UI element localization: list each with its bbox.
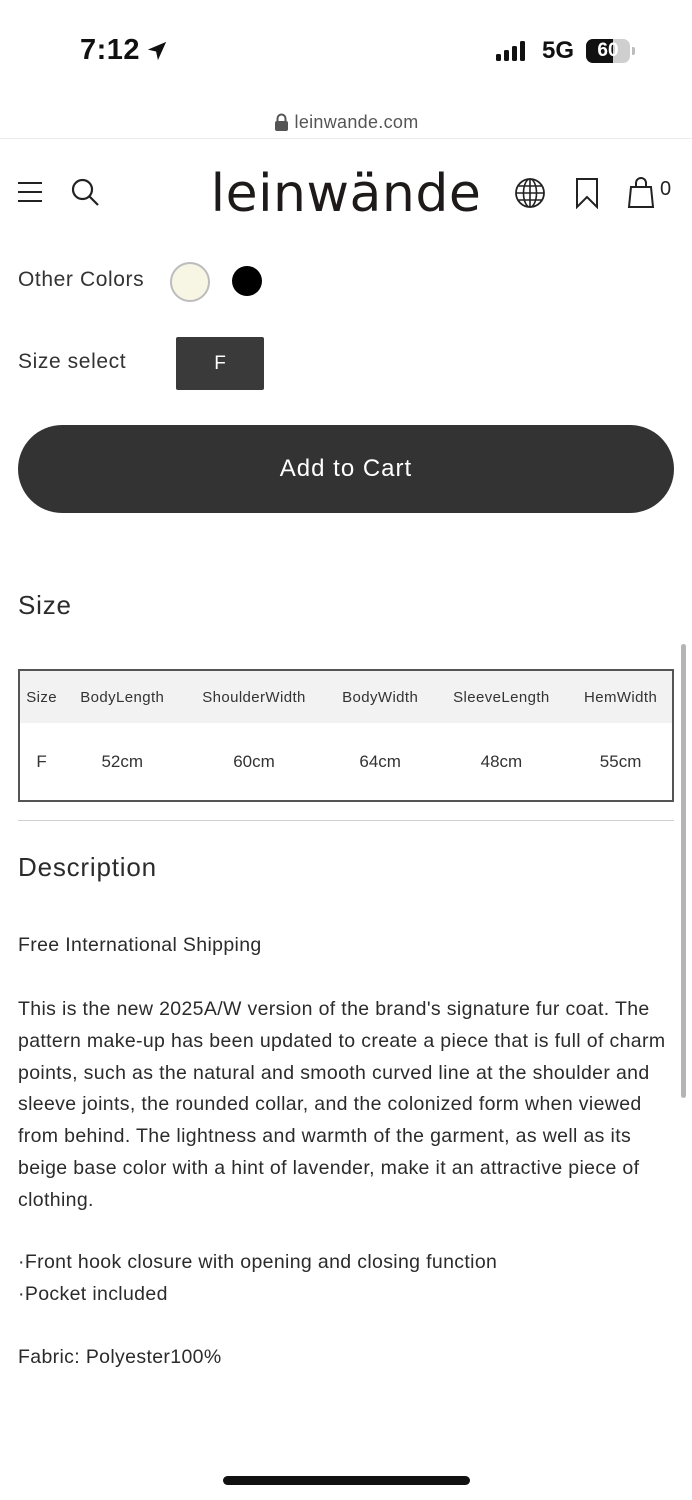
- status-time: 7:12: [80, 34, 168, 67]
- colors-row: Other Colors: [18, 258, 678, 304]
- color-swatch-black[interactable]: [232, 266, 262, 296]
- battery-icon: 60: [586, 39, 630, 63]
- url-text: leinwande.com: [294, 111, 419, 132]
- network-label: 5G: [542, 37, 575, 64]
- feature-bullet: ·Pocket included: [18, 1283, 168, 1305]
- url-divider: [0, 138, 692, 139]
- time-text: 7:12: [80, 34, 141, 66]
- section-divider: [18, 820, 674, 821]
- table-cell: 60cm: [233, 751, 275, 771]
- url-bar[interactable]: leinwande.com: [0, 106, 692, 138]
- battery-percent: 60: [597, 40, 619, 61]
- signal-icon: [496, 41, 525, 61]
- bag-icon[interactable]: [627, 177, 655, 209]
- cart-count: 0: [660, 178, 672, 200]
- table-header-cell: BodyLength: [63, 671, 182, 723]
- location-arrow-icon: [147, 41, 167, 60]
- table-header-cell: HemWidth: [569, 671, 672, 723]
- feature-bullet: ·Front hook closure with opening and clo…: [18, 1251, 498, 1273]
- add-to-cart-button[interactable]: Add to Cart: [18, 425, 674, 513]
- description-title: Description: [18, 852, 157, 882]
- bookmark-icon[interactable]: [575, 177, 599, 209]
- home-indicator[interactable]: [223, 1476, 470, 1485]
- table-header-cell: BodyWidth: [326, 671, 434, 723]
- size-section-title: Size: [18, 590, 72, 620]
- globe-icon[interactable]: [514, 177, 546, 209]
- size-option-button[interactable]: F: [176, 337, 264, 390]
- scrollbar[interactable]: [681, 644, 686, 1098]
- table-cell: 55cm: [599, 751, 642, 771]
- size-select-row: Size select F: [18, 337, 678, 391]
- description-body: This is the new 2025A/W version of the b…: [18, 998, 666, 1211]
- table-header-cell: ShoulderWidth: [181, 671, 327, 723]
- size-table-header: Size BodyLength ShoulderWidth BodyWidth …: [20, 671, 672, 723]
- table-cell: 48cm: [480, 751, 523, 771]
- table-cell: 64cm: [359, 751, 401, 771]
- table-header-cell: SleeveLength: [433, 671, 570, 723]
- status-bar: 7:12 5G 60: [0, 0, 692, 100]
- site-header: leinwände 0: [0, 160, 692, 226]
- shipping-note: Free International Shipping: [18, 934, 262, 956]
- battery-nub: [632, 47, 635, 55]
- color-swatch-cream[interactable]: [170, 262, 210, 302]
- size-table: Size BodyLength ShoulderWidth BodyWidth …: [18, 669, 674, 802]
- lock-icon: [274, 113, 288, 131]
- table-row: F 52cm 60cm 64cm 48cm 55cm: [20, 723, 672, 800]
- table-cell: 52cm: [101, 751, 144, 771]
- size-select-label: Size select: [18, 350, 127, 373]
- fabric-info: Fabric: Polyester100%: [18, 1346, 222, 1368]
- colors-label: Other Colors: [18, 268, 145, 291]
- table-cell: F: [36, 751, 47, 771]
- table-header-cell: Size: [20, 671, 64, 723]
